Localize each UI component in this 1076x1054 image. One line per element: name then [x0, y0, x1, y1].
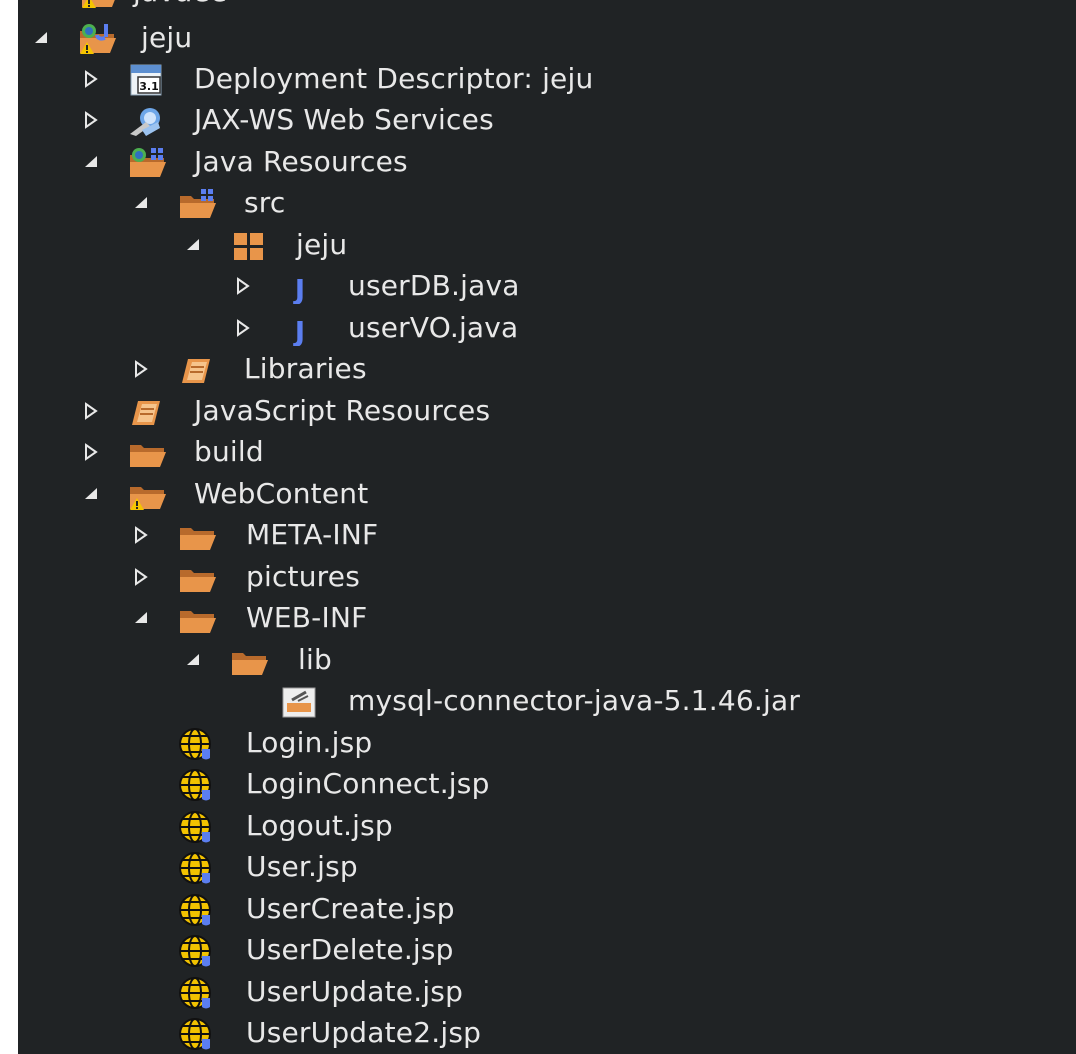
jsp-file-icon: [176, 768, 216, 802]
collapse-arrow-icon[interactable]: [80, 150, 102, 174]
web-project-warning-icon: [78, 22, 118, 56]
package-icon: [230, 229, 270, 263]
tree-item-user-jsp[interactable]: User.jsp: [18, 847, 1076, 888]
tree-item-userdb-java[interactable]: J userDB.java: [18, 266, 1076, 307]
tree-item-label: src: [244, 186, 286, 219]
tree-item-build[interactable]: build: [18, 432, 1076, 473]
library-icon: [128, 395, 168, 429]
tree-item-label: Logout.jsp: [246, 809, 393, 842]
expand-arrow-icon[interactable]: [130, 523, 152, 547]
tree-item-web-inf[interactable]: WEB-INF: [18, 598, 1076, 639]
tree-item-label: WEB-INF: [246, 601, 368, 634]
tree-item-java-resources[interactable]: Java Resources: [18, 142, 1076, 183]
tree-item-usercreate-jsp[interactable]: UserCreate.jsp: [18, 889, 1076, 930]
project-warning-icon: [80, 0, 120, 10]
jsp-file-icon: [176, 1017, 216, 1051]
collapse-arrow-icon[interactable]: [130, 606, 152, 630]
tree-item-pictures[interactable]: pictures: [18, 557, 1076, 598]
expand-arrow-icon[interactable]: [130, 357, 152, 381]
tree-item-deployment-descriptor[interactable]: 3.1 Deployment Descriptor: jeju: [18, 59, 1076, 100]
jsp-file-icon: [176, 727, 216, 761]
tree-item-label: Login.jsp: [246, 726, 373, 759]
tree-item-src[interactable]: src: [18, 183, 1076, 224]
tree-item-jax-ws-web-services[interactable]: JAX-WS Web Services: [18, 100, 1076, 141]
tree-item-label: JavaScript Resources: [194, 394, 491, 427]
tree-item-label: UserUpdate.jsp: [246, 975, 464, 1008]
tree-item-label: UserUpdate2.jsp: [246, 1016, 482, 1049]
library-icon: [178, 353, 218, 387]
collapse-arrow-icon[interactable]: [182, 233, 204, 257]
tree-item-mysql-connector-jar[interactable]: mysql-connector-java-5.1.46.jar: [18, 681, 1076, 722]
expand-arrow-icon[interactable]: [80, 67, 102, 91]
tree-item-userdelete-jsp[interactable]: UserDelete.jsp: [18, 930, 1076, 971]
tree-item-jeju-project[interactable]: jeju: [18, 18, 1076, 59]
jsp-file-icon: [176, 851, 216, 885]
tree-item-uservo-java[interactable]: J userVO.java: [18, 308, 1076, 349]
collapse-arrow-icon[interactable]: [30, 26, 52, 50]
tree-item-label: UserDelete.jsp: [246, 933, 454, 966]
tree-item-libraries[interactable]: Libraries: [18, 349, 1076, 390]
tree-item-label: javaee: [133, 0, 227, 8]
folder-icon: [178, 519, 218, 553]
web-services-icon: [128, 104, 168, 138]
tree-item-logout-jsp[interactable]: Logout.jsp: [18, 806, 1076, 847]
tree-item-label: jeju: [141, 21, 193, 54]
collapse-arrow-icon[interactable]: [130, 191, 152, 215]
collapse-arrow-icon[interactable]: [182, 648, 204, 672]
tree-item-webcontent[interactable]: WebContent: [18, 474, 1076, 515]
expand-arrow-icon[interactable]: [80, 108, 102, 132]
folder-icon: [128, 436, 168, 470]
expand-arrow-icon[interactable]: [130, 565, 152, 589]
tree-item-label: userVO.java: [348, 311, 519, 344]
tree-item-label: Libraries: [244, 352, 367, 385]
jsp-file-icon: [176, 810, 216, 844]
jsp-file-icon: [176, 976, 216, 1010]
tree-item-label: build: [194, 435, 264, 468]
tree-item-label: userDB.java: [348, 269, 520, 302]
folder-icon: [230, 644, 270, 678]
svg-text:J: J: [293, 315, 305, 346]
svg-text:3.1: 3.1: [139, 80, 159, 93]
tree-item-label: lib: [298, 643, 332, 676]
folder-icon: [178, 602, 218, 636]
tree-item-login-jsp[interactable]: Login.jsp: [18, 723, 1076, 764]
expand-arrow-icon[interactable]: [80, 399, 102, 423]
tree-item-meta-inf[interactable]: META-INF: [18, 515, 1076, 556]
java-file-icon: J: [280, 270, 320, 306]
tree-item-lib[interactable]: lib: [18, 640, 1076, 681]
jsp-file-icon: [176, 934, 216, 968]
svg-text:J: J: [293, 273, 305, 304]
tree-item-label: WebContent: [194, 477, 369, 510]
tree-item-javascript-resources[interactable]: JavaScript Resources: [18, 391, 1076, 432]
tree-item-label: Deployment Descriptor: jeju: [194, 62, 594, 95]
tree-item-userupdate-jsp[interactable]: UserUpdate.jsp: [18, 972, 1076, 1013]
jar-file-icon: [280, 685, 320, 719]
tree-item-loginconnect-jsp[interactable]: LoginConnect.jsp: [18, 764, 1076, 805]
tree-item-userupdate2-jsp[interactable]: UserUpdate2.jsp: [18, 1013, 1076, 1054]
tree-item-label: pictures: [246, 560, 360, 593]
expand-arrow-icon[interactable]: [232, 274, 254, 298]
java-file-icon: J: [280, 312, 320, 348]
jsp-file-icon: [176, 893, 216, 927]
tree-item-label: META-INF: [246, 518, 379, 551]
deployment-descriptor-icon: 3.1: [128, 63, 168, 97]
project-explorer-tree[interactable]: javaee jeju 3.1 Deployment Descriptor: j…: [18, 0, 1076, 1054]
folder-icon: [178, 561, 218, 595]
expand-arrow-icon[interactable]: [232, 316, 254, 340]
collapse-arrow-icon[interactable]: [32, 0, 54, 4]
tree-item-label: mysql-connector-java-5.1.46.jar: [348, 684, 801, 717]
expand-arrow-icon[interactable]: [80, 440, 102, 464]
tree-item-label: jeju: [296, 228, 348, 261]
java-resources-icon: [128, 146, 168, 180]
tree-item-jeju-package[interactable]: jeju: [18, 225, 1076, 266]
collapse-arrow-icon[interactable]: [80, 482, 102, 506]
tree-item-label: JAX-WS Web Services: [194, 103, 494, 136]
tree-item-javaee[interactable]: javaee: [18, 0, 1076, 13]
source-folder-icon: [178, 187, 218, 221]
tree-item-label: User.jsp: [246, 850, 358, 883]
folder-warning-icon: [128, 478, 168, 512]
tree-item-label: UserCreate.jsp: [246, 892, 455, 925]
tree-item-label: Java Resources: [194, 145, 408, 178]
tree-item-label: LoginConnect.jsp: [246, 767, 490, 800]
